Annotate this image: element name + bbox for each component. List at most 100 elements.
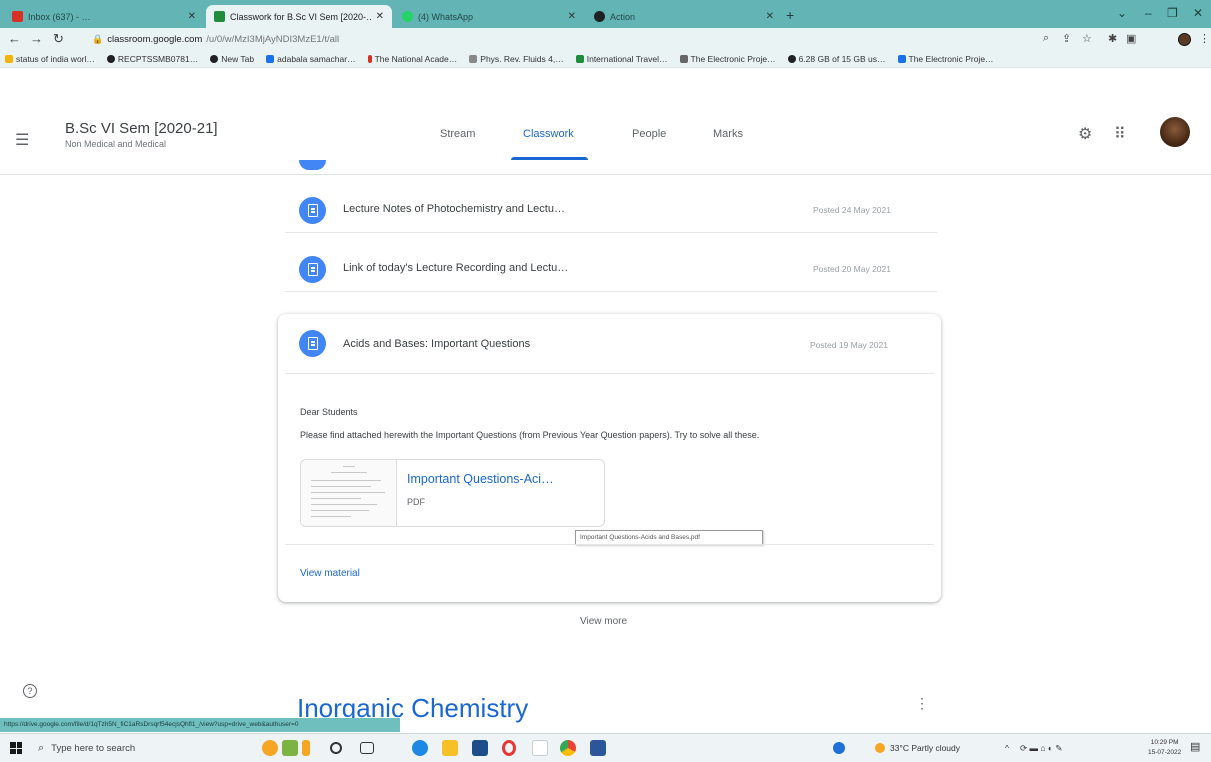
bookmark-label: The Electronic Proje… bbox=[690, 53, 776, 64]
back-icon[interactable]: ← bbox=[8, 31, 21, 46]
close-tab-icon[interactable]: ✕ bbox=[766, 11, 774, 22]
pinned-app-icon[interactable] bbox=[282, 740, 298, 756]
help-icon[interactable]: ? bbox=[23, 684, 37, 698]
new-tab-button[interactable]: + bbox=[786, 7, 794, 23]
bookmark-favicon-icon bbox=[679, 54, 688, 63]
classroom-icon bbox=[214, 11, 225, 22]
address-bar[interactable]: 🔒 classroom.google.com/u/0/w/MzI3MjAyNDI… bbox=[92, 31, 1032, 47]
store-icon[interactable] bbox=[472, 740, 488, 756]
maximize-button[interactable]: ❐ bbox=[1167, 6, 1178, 20]
tab-title: Action bbox=[610, 11, 636, 22]
account-avatar[interactable] bbox=[1160, 117, 1190, 147]
taskbar-clock[interactable]: 10:29 PM 15-07-2022 bbox=[1148, 738, 1181, 758]
browser-tab-whatsapp[interactable]: (4) WhatsApp ✕ bbox=[394, 5, 584, 28]
chrome-icon[interactable] bbox=[560, 740, 576, 756]
forward-icon[interactable]: → bbox=[30, 31, 43, 46]
windows-start-icon[interactable] bbox=[10, 742, 22, 754]
notification-icon[interactable]: ▤ bbox=[1190, 740, 1200, 753]
clock-time: 10:29 PM bbox=[1150, 739, 1179, 746]
lock-icon: 🔒 bbox=[92, 33, 104, 44]
close-tab-icon[interactable]: ✕ bbox=[568, 11, 576, 22]
browser-tab-gmail[interactable]: Inbox (637) - … ✕ bbox=[4, 5, 204, 28]
bookmark-item[interactable]: The Electronic Proje… bbox=[897, 53, 994, 64]
bookmark-item[interactable]: status of india worl… bbox=[5, 54, 95, 64]
topic-options-icon[interactable]: ⋮ bbox=[915, 695, 929, 712]
tray-chevron-icon[interactable]: ^ bbox=[1005, 743, 1009, 753]
browser-tab-classroom[interactable]: Classwork for B.Sc VI Sem [2020-… ✕ bbox=[206, 5, 392, 28]
tab-marks[interactable]: Marks bbox=[713, 128, 743, 140]
bookmark-item[interactable]: The National Acade… bbox=[367, 54, 457, 64]
browser-menu-icon[interactable]: ⋮ bbox=[1199, 32, 1210, 45]
bookmark-favicon-icon bbox=[266, 54, 275, 63]
word-icon[interactable] bbox=[590, 740, 606, 756]
close-window-button[interactable]: ✕ bbox=[1193, 6, 1203, 20]
task-view-icon[interactable] bbox=[360, 742, 374, 754]
bookmark-item[interactable]: New Tab bbox=[210, 54, 254, 64]
url-path: /u/0/w/MzI3MjAyNDI3MzE1/t/all bbox=[206, 33, 340, 45]
bookmark-item[interactable]: The Electronic Proje… bbox=[679, 53, 776, 64]
reload-icon[interactable]: ↻ bbox=[53, 31, 64, 47]
extensions-icon[interactable]: ✱ bbox=[1108, 32, 1117, 45]
tab-title: (4) WhatsApp bbox=[418, 11, 474, 22]
material-date: Posted 20 May 2021 bbox=[813, 264, 891, 274]
gmail-icon bbox=[12, 11, 23, 22]
bookmark-label: 6.28 GB of 15 GB us… bbox=[798, 53, 886, 64]
material-date: Posted 19 May 2021 bbox=[810, 340, 888, 350]
bookmark-item[interactable]: adabala samachar… bbox=[266, 53, 356, 64]
apps-grid-icon[interactable]: ⠿ bbox=[1114, 124, 1126, 144]
tab-stream[interactable]: Stream bbox=[440, 128, 475, 140]
browser-tab-strip: Inbox (637) - … ✕ Classwork for B.Sc VI … bbox=[0, 0, 1211, 28]
bookmark-label: The Electronic Proje… bbox=[908, 53, 994, 64]
cortana-icon[interactable] bbox=[330, 742, 342, 754]
material-date: Posted 24 May 2021 bbox=[813, 205, 891, 215]
url-host: classroom.google.com bbox=[107, 33, 203, 45]
active-tab-indicator bbox=[511, 157, 588, 160]
material-icon bbox=[299, 197, 326, 224]
class-title[interactable]: B.Sc VI Sem [2020-21] bbox=[65, 120, 218, 137]
bookmark-label: adabala samachar… bbox=[277, 53, 356, 64]
bookmark-star-icon[interactable]: ☆ bbox=[1082, 32, 1092, 45]
opera-icon[interactable] bbox=[502, 740, 516, 756]
tab-people[interactable]: People bbox=[632, 128, 666, 140]
notepad-icon[interactable] bbox=[532, 740, 548, 756]
tab-classwork[interactable]: Classwork bbox=[523, 128, 574, 140]
tab-search-icon[interactable]: ⌄ bbox=[1117, 6, 1127, 20]
bookmark-item[interactable]: 6.28 GB of 15 GB us… bbox=[787, 53, 886, 64]
address-toolbar: ← → ↻ 🔒 classroom.google.com/u/0/w/MzI3M… bbox=[0, 28, 1211, 50]
browser-tab-action[interactable]: Action ✕ bbox=[586, 5, 782, 28]
bookmark-item[interactable]: International Travel… bbox=[575, 54, 668, 64]
close-tab-icon[interactable]: ✕ bbox=[188, 11, 196, 22]
minimize-button[interactable]: – bbox=[1145, 6, 1152, 20]
view-more-button[interactable]: View more bbox=[580, 616, 627, 627]
pinned-app-icon[interactable] bbox=[302, 740, 310, 756]
bookmark-item[interactable]: Phys. Rev. Fluids 4,… bbox=[469, 53, 564, 64]
weather-text[interactable]: 33°C Partly cloudy bbox=[890, 743, 960, 753]
bookmark-item[interactable]: RECPTSSMB0781… bbox=[106, 54, 198, 64]
share-icon[interactable]: ⇪ bbox=[1062, 32, 1071, 45]
settings-gear-icon[interactable]: ⚙ bbox=[1078, 124, 1092, 144]
bookmark-favicon-icon bbox=[210, 54, 219, 63]
taskbar-search[interactable]: ⌕ Type here to search bbox=[32, 738, 242, 759]
profile-avatar[interactable] bbox=[1178, 33, 1191, 46]
pdf-attachment[interactable]: Important Questions-Aci… PDF bbox=[300, 459, 605, 527]
view-material-link[interactable]: View material bbox=[300, 568, 360, 579]
main-menu-icon[interactable]: ☰ bbox=[15, 130, 29, 150]
material-row[interactable]: Link of today's Lecture Recording and Le… bbox=[285, 245, 937, 292]
material-title: Lecture Notes of Photochemistry and Lect… bbox=[343, 203, 565, 215]
material-card-header[interactable]: Acids and Bases: Important Questions Pos… bbox=[285, 314, 934, 374]
bookmark-label: Phys. Rev. Fluids 4,… bbox=[480, 53, 564, 64]
close-tab-icon[interactable]: ✕ bbox=[376, 11, 384, 22]
sidepanel-icon[interactable]: ▣ bbox=[1126, 32, 1136, 45]
tab-title: Classwork for B.Sc VI Sem [2020-… bbox=[230, 11, 371, 22]
material-row[interactable]: Lecture Notes of Photochemistry and Lect… bbox=[285, 186, 937, 233]
bookmark-favicon-icon bbox=[367, 54, 372, 63]
defender-tray-icon[interactable] bbox=[833, 742, 845, 754]
file-explorer-icon[interactable] bbox=[442, 740, 458, 756]
weather-widget-icon[interactable] bbox=[262, 740, 278, 756]
tray-status-icons[interactable]: ⟳ ▬ ⌂ ◐ ✎ bbox=[1020, 743, 1062, 754]
bookmark-favicon-icon bbox=[106, 54, 115, 63]
github-icon bbox=[594, 11, 605, 22]
edge-icon[interactable] bbox=[412, 740, 428, 756]
zoom-icon[interactable]: ⌕ bbox=[1043, 32, 1049, 45]
link-status-bar: https://drive.google.com/file/d/1qTzh5N_… bbox=[0, 718, 400, 732]
